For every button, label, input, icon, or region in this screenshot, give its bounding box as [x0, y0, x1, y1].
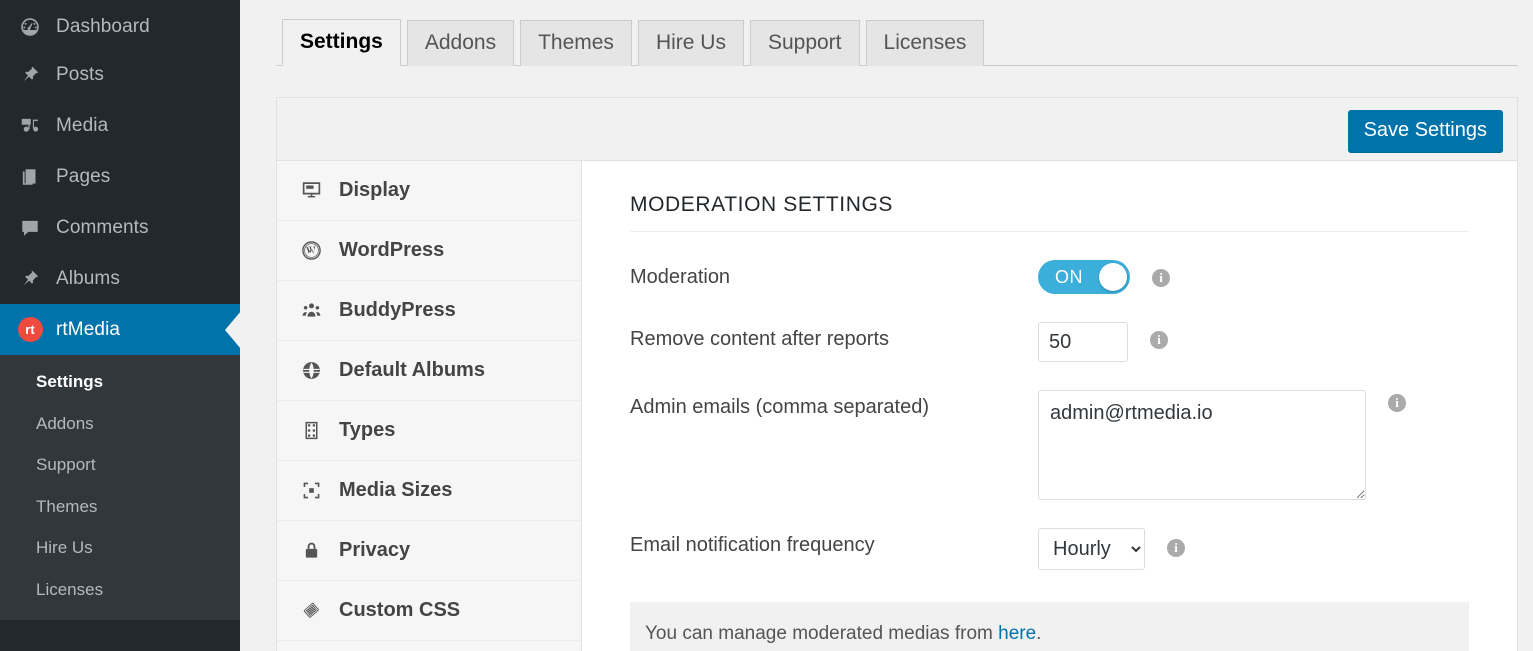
submenu-item-addons[interactable]: Addons	[0, 403, 240, 445]
settings-nav-label: Privacy	[335, 539, 410, 562]
sidebar-item-pages[interactable]: Pages	[0, 151, 240, 202]
form-row-moderation: Moderation ON i	[630, 260, 1469, 294]
sidebar-item-label: Dashboard	[48, 16, 150, 38]
sidebar-item-rtmedia[interactable]: rt rtMedia	[0, 304, 240, 355]
art-icon	[301, 600, 335, 621]
sidebar-item-comments[interactable]: Comments	[0, 202, 240, 253]
monitor-icon	[301, 180, 335, 201]
info-icon[interactable]: i	[1167, 539, 1185, 557]
sidebar-item-label: Albums	[48, 268, 120, 290]
save-settings-button[interactable]: Save Settings	[1348, 110, 1503, 152]
settings-nav-item-wordpress[interactable]: WordPress	[277, 221, 581, 281]
submenu-item-support[interactable]: Support	[0, 444, 240, 486]
panel-header-toolbar: Save Settings	[277, 98, 1517, 161]
settings-nav-label: Default Albums	[335, 359, 485, 382]
rtmedia-badge: rt	[18, 317, 43, 342]
pin-icon	[12, 268, 48, 290]
sidebar-item-label: Comments	[48, 217, 149, 239]
sidebar-item-label: Media	[48, 115, 108, 137]
film-icon	[301, 420, 335, 441]
media-icon	[12, 115, 48, 137]
settings-panel: Save Settings Disp	[276, 97, 1518, 651]
settings-nav-label: Display	[335, 179, 410, 202]
settings-nav-label: BuddyPress	[335, 299, 456, 322]
email-frequency-field: HourlyDailyWeeklyMonthlyNever i	[1038, 528, 1185, 570]
email-frequency-select[interactable]: HourlyDailyWeeklyMonthlyNever	[1038, 528, 1145, 570]
sidebar-item-dashboard[interactable]: Dashboard	[0, 4, 240, 49]
main-content-area: Settings Addons Themes Hire Us Support L…	[240, 0, 1533, 651]
admin-screen: Dashboard Posts	[0, 0, 1533, 651]
settings-nav-item-display[interactable]: Display	[277, 161, 581, 221]
settings-nav-label: WordPress	[335, 239, 444, 262]
manage-moderated-medias-link[interactable]: here	[998, 623, 1036, 644]
panel-body: Display WordPress	[277, 161, 1517, 651]
form-row-remove-after-reports: Remove content after reports i	[630, 322, 1469, 362]
resize-icon	[301, 480, 335, 501]
remove-after-reports-label: Remove content after reports	[630, 322, 1038, 351]
remove-after-reports-input[interactable]	[1038, 322, 1128, 362]
admin-emails-field: i	[1038, 390, 1406, 500]
sidebar-item-label: Pages	[48, 166, 110, 188]
wordpress-icon	[301, 240, 335, 261]
sidebar-item-media[interactable]: Media	[0, 100, 240, 151]
sidebar-item-posts[interactable]: Posts	[0, 49, 240, 100]
settings-nav-item-buddypress[interactable]: BuddyPress	[277, 281, 581, 341]
settings-nav-label: Media Sizes	[335, 479, 452, 502]
sidebar-item-albums[interactable]: Albums	[0, 253, 240, 304]
tab-hire-us[interactable]: Hire Us	[638, 20, 744, 66]
sidebar-item-label: rtMedia	[48, 319, 120, 341]
submenu-item-licenses[interactable]: Licenses	[0, 569, 240, 611]
moderation-notice: You can manage moderated medias from her…	[630, 602, 1469, 651]
moderation-toggle[interactable]: ON	[1038, 260, 1130, 294]
submenu-item-settings[interactable]: Settings	[0, 361, 240, 403]
moderation-label: Moderation	[630, 260, 1038, 289]
settings-nav-item-privacy[interactable]: Privacy	[277, 521, 581, 581]
moderation-toggle-state: ON	[1055, 267, 1083, 288]
form-row-admin-emails: Admin emails (comma separated) i	[630, 390, 1469, 500]
settings-nav-item-types[interactable]: Types	[277, 401, 581, 461]
tab-support[interactable]: Support	[750, 20, 860, 66]
notice-text-after: .	[1036, 623, 1041, 644]
rtmedia-submenu: Settings Addons Support Themes Hire Us L…	[0, 355, 240, 620]
lock-icon	[301, 540, 335, 561]
settings-vertical-nav: Display WordPress	[277, 161, 582, 651]
comments-icon	[12, 217, 48, 239]
rtmedia-badge-text: rt	[25, 323, 34, 336]
email-frequency-label: Email notification frequency	[630, 528, 1038, 557]
remove-after-reports-field: i	[1038, 322, 1168, 362]
toggle-knob	[1099, 263, 1127, 291]
tab-bar: Settings Addons Themes Hire Us Support L…	[276, 14, 1518, 66]
rtmedia-logo-icon: rt	[12, 317, 48, 342]
settings-nav-item-default-albums[interactable]: Default Albums	[277, 341, 581, 401]
settings-nav-item-custom-css[interactable]: Custom CSS	[277, 581, 581, 641]
moderation-field: ON i	[1038, 260, 1170, 294]
active-menu-arrow-icon	[225, 311, 240, 349]
section-title: MODERATION SETTINGS	[630, 193, 1469, 232]
submenu-item-hire-us[interactable]: Hire Us	[0, 527, 240, 569]
admin-emails-label: Admin emails (comma separated)	[630, 390, 1038, 419]
info-icon[interactable]: i	[1388, 394, 1406, 412]
settings-nav-label: Custom CSS	[335, 599, 460, 622]
sidebar-item-label: Posts	[48, 64, 104, 86]
notice-text-before: You can manage moderated medias from	[645, 623, 998, 644]
tab-themes[interactable]: Themes	[520, 20, 632, 66]
buddypress-icon	[301, 300, 335, 321]
dashboard-icon	[12, 16, 48, 38]
tab-licenses[interactable]: Licenses	[866, 20, 985, 66]
settings-content: MODERATION SETTINGS Moderation ON i Re	[582, 161, 1517, 651]
form-row-email-frequency: Email notification frequency HourlyDaily…	[630, 528, 1469, 570]
tab-addons[interactable]: Addons	[407, 20, 514, 66]
info-icon[interactable]: i	[1152, 269, 1170, 287]
settings-nav-label: Types	[335, 419, 395, 442]
tab-settings[interactable]: Settings	[282, 19, 401, 66]
info-icon[interactable]: i	[1150, 331, 1168, 349]
pages-icon	[12, 166, 48, 188]
admin-sidebar: Dashboard Posts	[0, 0, 240, 651]
globe-icon	[301, 360, 335, 381]
admin-emails-textarea[interactable]	[1038, 390, 1366, 500]
submenu-item-themes[interactable]: Themes	[0, 486, 240, 528]
pin-icon	[12, 64, 48, 86]
settings-nav-item-media-sizes[interactable]: Media Sizes	[277, 461, 581, 521]
